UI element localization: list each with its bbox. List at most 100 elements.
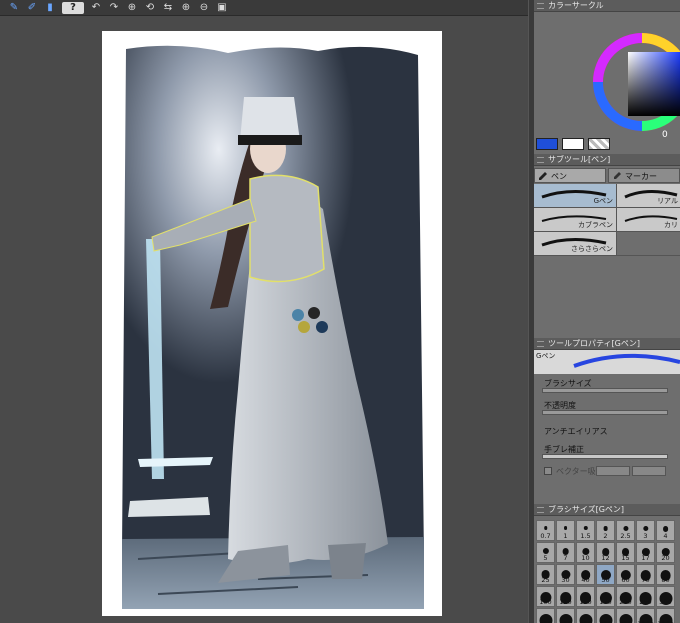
brush-size-label: 17 (641, 554, 650, 562)
tool-property-title[interactable]: ツールプロパティ[Gペン] (534, 338, 680, 350)
fit-screen-icon[interactable]: ▣ (216, 2, 228, 14)
grip-icon[interactable] (537, 157, 544, 163)
vector-snap-dropdown-2[interactable] (632, 466, 666, 476)
brush-size-option[interactable]: 7 (556, 542, 575, 563)
brush-size-label: 20 (661, 554, 670, 562)
top-toolbar: ✎ ✐ ▮ ? ↶ ↷ ⊕ ⟲ ⇆ ⊕ ⊖ ▣ (0, 0, 528, 16)
brush-size-label: 40 (581, 576, 590, 584)
brush-size-label: 120 (559, 598, 572, 606)
brush-size-dot (642, 526, 649, 532)
brush-size-option[interactable]: 2 (596, 520, 615, 541)
brush-size-option[interactable]: 20 (656, 542, 675, 563)
brush-size-option[interactable]: 600 (576, 608, 595, 623)
tab-marker[interactable]: マーカー (608, 168, 680, 183)
pen-icon (539, 172, 547, 180)
brush-kari[interactable]: カリ (617, 208, 680, 231)
opacity-slider[interactable] (542, 410, 668, 415)
pen-settings-icon[interactable]: ✐ (26, 2, 38, 14)
rotate-reset-icon[interactable]: ⟲ (144, 2, 156, 14)
brush-size-label: 80 (661, 576, 670, 584)
sub-color-swatch[interactable] (562, 138, 584, 150)
brush-size-option[interactable]: 2.5 (616, 520, 635, 541)
brush-size-option[interactable]: 1 (556, 520, 575, 541)
marker-icon (614, 172, 621, 179)
brush-size-option[interactable]: 800 (616, 608, 635, 623)
zoom-out-icon[interactable]: ⊖ (198, 2, 210, 14)
brush-size-option[interactable]: 17 (636, 542, 655, 563)
brush-size-option[interactable]: 120 (556, 586, 575, 607)
brush-size-option[interactable]: 1200 (656, 608, 675, 623)
grip-icon[interactable] (537, 507, 544, 513)
undo-icon[interactable]: ↶ (90, 2, 102, 14)
brush-name: Gペン (593, 197, 613, 205)
brush-size-label: 30 (561, 576, 570, 584)
redo-icon[interactable]: ↷ (108, 2, 120, 14)
brush-g-pen[interactable]: Gペン (534, 184, 616, 207)
brush-size-option[interactable]: 400 (536, 608, 555, 623)
color-circle-title[interactable]: カラーサークル (534, 0, 680, 12)
brush-size-option[interactable]: 250 (636, 586, 655, 607)
brush-size-label: 0.7 (540, 532, 551, 540)
brush-size-label: 170 (599, 598, 612, 606)
brush-size-option[interactable]: 150 (576, 586, 595, 607)
brush-real[interactable]: リアル (617, 184, 680, 207)
grip-icon[interactable] (537, 341, 544, 347)
brush-size-option[interactable]: 25 (536, 564, 555, 585)
color-wheel[interactable] (534, 12, 680, 154)
brush-empty (617, 232, 680, 255)
brush-size-option[interactable]: 1000 (636, 608, 655, 623)
brush-size-option[interactable]: 5 (536, 542, 555, 563)
brush-size-title[interactable]: ブラシサイズ[Gペン] (534, 504, 680, 516)
brush-size-option[interactable]: 500 (556, 608, 575, 623)
help-icon[interactable]: ? (62, 1, 84, 14)
brush-size-option[interactable]: 700 (596, 608, 615, 623)
layer-icon[interactable]: ▮ (44, 2, 56, 14)
brush-size-option[interactable]: 80 (656, 564, 675, 585)
brush-size-option[interactable]: 300 (656, 586, 675, 607)
canvas-area[interactable] (0, 17, 528, 623)
brush-name: カリ (664, 221, 678, 229)
brush-size-label: 100 (539, 598, 552, 606)
brush-size-option[interactable]: 12 (596, 542, 615, 563)
brush-size-option[interactable]: 40 (576, 564, 595, 585)
brush-size-option[interactable]: 0.7 (536, 520, 555, 541)
brush-size-option[interactable]: 50 (596, 564, 615, 585)
brush-size-label: 3 (643, 532, 648, 540)
color-circle-title-text: カラーサークル (548, 1, 604, 10)
brush-size-option[interactable]: 170 (596, 586, 615, 607)
antialias-label: アンチエイリアス (544, 427, 608, 436)
brush-size-option[interactable]: 3 (636, 520, 655, 541)
transparent-color-swatch[interactable] (588, 138, 610, 150)
grip-icon[interactable] (537, 3, 544, 9)
brush-size-dot (583, 526, 588, 531)
stabilization-slider[interactable] (542, 454, 668, 459)
pen-icon[interactable]: ✎ (8, 2, 20, 14)
subtool-title[interactable]: サブツール[ペン] (534, 154, 680, 166)
brush-size-label: 7 (563, 554, 568, 562)
brush-sarasara[interactable]: さらさらペン (534, 232, 616, 255)
rotate-icon[interactable]: ⊕ (126, 2, 138, 14)
brush-size-option[interactable]: 1.5 (576, 520, 595, 541)
brush-size-option[interactable]: 10 (576, 542, 595, 563)
brush-size-label: 12 (601, 554, 610, 562)
brush-size-option[interactable]: 60 (616, 564, 635, 585)
vector-snap-dropdown-1[interactable] (596, 466, 630, 476)
brush-size-grid: 0.7 1 1.5 2 2.5 3 4 5 7 10 12 15 17 20 25 30 40 50 60 70 80 1… (536, 520, 675, 623)
brush-size-option[interactable]: 70 (636, 564, 655, 585)
tab-pen[interactable]: ペン (534, 168, 606, 183)
vector-snap-checkbox[interactable] (544, 467, 552, 475)
main-color-swatch[interactable] (536, 138, 558, 150)
brush-kabura[interactable]: カブラペン (534, 208, 616, 231)
brush-name: さらさらペン (571, 245, 613, 253)
brush-size-option[interactable]: 200 (616, 586, 635, 607)
brush-size-option[interactable]: 15 (616, 542, 635, 563)
brush-name: カブラペン (578, 221, 613, 229)
brush-size-option[interactable]: 30 (556, 564, 575, 585)
paper[interactable] (102, 31, 442, 616)
brush-size-slider[interactable] (542, 388, 668, 393)
brush-size-option[interactable]: 100 (536, 586, 555, 607)
flip-icon[interactable]: ⇆ (162, 2, 174, 14)
brush-size-option[interactable]: 4 (656, 520, 675, 541)
brush-size-panel: 0.7 1 1.5 2 2.5 3 4 5 7 10 12 15 17 20 25 30 40 50 60 70 80 1… (534, 516, 680, 623)
zoom-in-icon[interactable]: ⊕ (180, 2, 192, 14)
